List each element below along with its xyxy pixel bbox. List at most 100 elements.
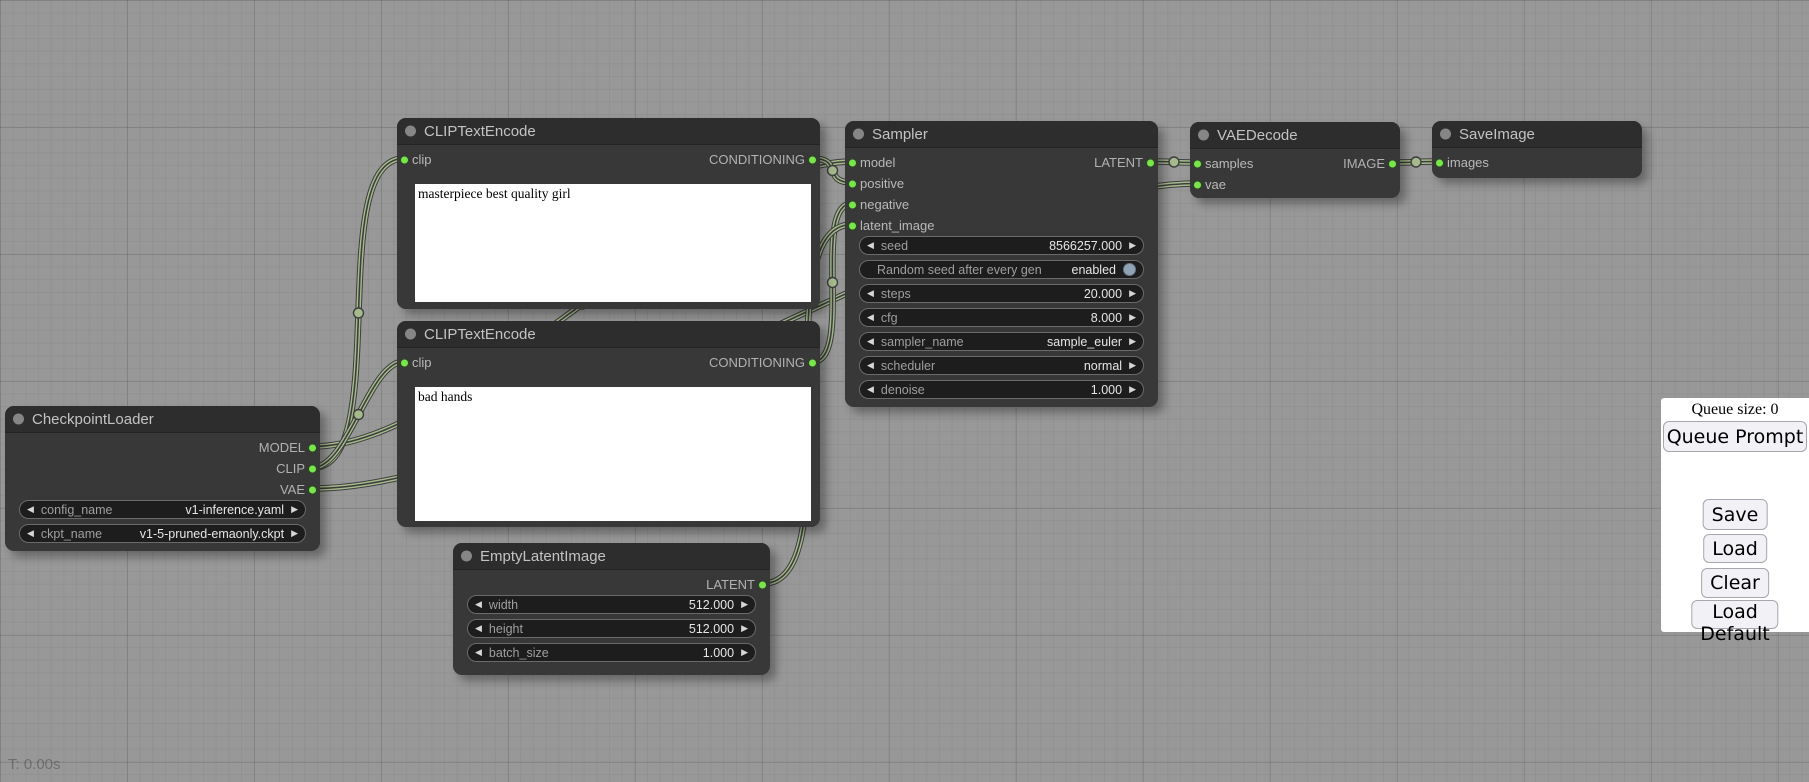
decrement-arrow-icon[interactable]: ◀	[475, 600, 482, 609]
widget-value: v1-5-pruned-emaonly.ckpt	[140, 527, 284, 541]
widget-label: width	[489, 598, 518, 612]
seed-widget[interactable]: ◀seed8566257.000▶	[859, 236, 1144, 255]
link-midpoint-dot	[354, 410, 364, 420]
width-widget[interactable]: ◀width512.000▶	[467, 595, 756, 614]
decrement-arrow-icon[interactable]: ◀	[27, 505, 34, 514]
node-title-bar[interactable]: CheckpointLoader	[5, 406, 320, 433]
increment-arrow-icon[interactable]: ▶	[741, 648, 748, 657]
node-save-image[interactable]: SaveImageimages	[1432, 121, 1642, 178]
collapse-dot[interactable]	[405, 126, 416, 137]
comfyui-graph-canvas[interactable]: { "canvas": { "timer_label": "T: 0.00s" …	[0, 0, 1809, 782]
samples-input-slot[interactable]	[1193, 159, 1202, 168]
decrement-arrow-icon[interactable]: ◀	[475, 648, 482, 657]
positive-input-slot[interactable]	[848, 179, 857, 188]
increment-arrow-icon[interactable]: ▶	[1129, 337, 1136, 346]
link-wire	[313, 159, 404, 468]
sampler_name-widget[interactable]: ◀sampler_namesample_euler▶	[859, 332, 1144, 351]
increment-arrow-icon[interactable]: ▶	[1129, 241, 1136, 250]
node-title-bar[interactable]: EmptyLatentImage	[453, 543, 770, 570]
increment-arrow-icon[interactable]: ▶	[741, 624, 748, 633]
decrement-arrow-icon[interactable]: ◀	[867, 385, 874, 394]
increment-arrow-icon[interactable]: ▶	[291, 505, 298, 514]
collapse-dot[interactable]	[13, 414, 24, 425]
slot-row: negative	[845, 194, 1158, 215]
increment-arrow-icon[interactable]: ▶	[1129, 361, 1136, 370]
slot-row: positive	[845, 173, 1158, 194]
increment-arrow-icon[interactable]: ▶	[291, 529, 298, 538]
decrement-arrow-icon[interactable]: ◀	[475, 624, 482, 633]
node-title-bar[interactable]: CLIPTextEncode	[397, 321, 820, 348]
clip-input-slot[interactable]	[400, 155, 409, 164]
model-output-slot[interactable]	[308, 443, 317, 452]
negative-input-slot[interactable]	[848, 200, 857, 209]
prompt-textarea[interactable]	[415, 387, 811, 521]
conditioning-output-slot[interactable]	[808, 358, 817, 367]
node-title-label: CLIPTextEncode	[424, 326, 536, 343]
slot-label-vae: VAE	[280, 482, 305, 497]
increment-arrow-icon[interactable]: ▶	[741, 600, 748, 609]
random-seed-after-every-gen-widget[interactable]: Random seed after every genenabled	[859, 260, 1144, 279]
slot-label-clip: clip	[412, 355, 432, 370]
prompt-textarea[interactable]	[415, 184, 811, 302]
ckpt_name-widget[interactable]: ◀ckpt_namev1-5-pruned-emaonly.ckpt▶	[19, 524, 306, 543]
increment-arrow-icon[interactable]: ▶	[1129, 385, 1136, 394]
collapse-dot[interactable]	[1198, 130, 1209, 141]
node-empty-latent-image[interactable]: EmptyLatentImageLATENT◀width512.000▶◀hei…	[453, 543, 770, 675]
clear-button[interactable]: Clear	[1701, 568, 1769, 598]
widget-label: config_name	[41, 503, 113, 517]
node-title-bar[interactable]: CLIPTextEncode	[397, 118, 820, 145]
cfg-widget[interactable]: ◀cfg8.000▶	[859, 308, 1144, 327]
clip-output-slot[interactable]	[308, 464, 317, 473]
conditioning-output-slot[interactable]	[808, 155, 817, 164]
slot-label-conditioning: CONDITIONING	[709, 152, 805, 167]
widget-label: height	[489, 622, 523, 636]
latent-output-slot[interactable]	[758, 580, 767, 589]
decrement-arrow-icon[interactable]: ◀	[867, 289, 874, 298]
collapse-dot[interactable]	[405, 329, 416, 340]
decrement-arrow-icon[interactable]: ◀	[867, 337, 874, 346]
height-widget[interactable]: ◀height512.000▶	[467, 619, 756, 638]
toggle-dot-icon[interactable]	[1123, 263, 1136, 276]
node-clip-text-encode-negative[interactable]: CLIPTextEncode clip CONDITIONING	[397, 321, 820, 527]
scheduler-widget[interactable]: ◀schedulernormal▶	[859, 356, 1144, 375]
latent-output-slot[interactable]	[1146, 158, 1155, 167]
node-clip-text-encode-positive[interactable]: CLIPTextEncode clipCONDITIONING	[397, 118, 820, 309]
node-title-bar[interactable]: VAEDecode	[1190, 122, 1400, 149]
slot-row: clipCONDITIONING	[397, 149, 820, 170]
config_name-widget[interactable]: ◀config_namev1-inference.yaml▶	[19, 500, 306, 519]
clip-input-slot[interactable]	[400, 358, 409, 367]
widget-value: sample_euler	[1047, 335, 1122, 349]
slot-row: clip CONDITIONING	[397, 352, 820, 373]
increment-arrow-icon[interactable]: ▶	[1129, 313, 1136, 322]
node-title-bar[interactable]: SaveImage	[1432, 121, 1642, 148]
node-vae-decode[interactable]: VAEDecodesamplesIMAGEvae	[1190, 122, 1400, 198]
batch_size-widget[interactable]: ◀batch_size1.000▶	[467, 643, 756, 662]
decrement-arrow-icon[interactable]: ◀	[867, 361, 874, 370]
decrement-arrow-icon[interactable]: ◀	[27, 529, 34, 538]
load-default-button[interactable]: Load Default	[1691, 600, 1778, 629]
slot-label-latent: LATENT	[706, 577, 755, 592]
images-input-slot[interactable]	[1435, 158, 1444, 167]
slot-label-model: model	[860, 155, 895, 170]
node-checkpoint-loader[interactable]: CheckpointLoaderMODELCLIPVAE◀config_name…	[5, 406, 320, 551]
save-button[interactable]: Save	[1703, 499, 1768, 530]
collapse-dot[interactable]	[1440, 129, 1451, 140]
node-title-bar[interactable]: Sampler	[845, 121, 1158, 148]
slot-label-conditioning: CONDITIONING	[709, 355, 805, 370]
load-button[interactable]: Load	[1703, 534, 1767, 563]
node-sampler[interactable]: SamplermodelLATENTpositivenegativelatent…	[845, 121, 1158, 407]
denoise-widget[interactable]: ◀denoise1.000▶	[859, 380, 1144, 399]
model-input-slot[interactable]	[848, 158, 857, 167]
queue-prompt-button[interactable]: Queue Prompt	[1663, 421, 1807, 452]
vae-output-slot[interactable]	[308, 485, 317, 494]
image-output-slot[interactable]	[1388, 159, 1397, 168]
vae-input-slot[interactable]	[1193, 180, 1202, 189]
increment-arrow-icon[interactable]: ▶	[1129, 289, 1136, 298]
collapse-dot[interactable]	[853, 129, 864, 140]
latent_image-input-slot[interactable]	[848, 221, 857, 230]
collapse-dot[interactable]	[461, 551, 472, 562]
link-wire	[313, 362, 404, 468]
decrement-arrow-icon[interactable]: ◀	[867, 241, 874, 250]
decrement-arrow-icon[interactable]: ◀	[867, 313, 874, 322]
steps-widget[interactable]: ◀steps20.000▶	[859, 284, 1144, 303]
